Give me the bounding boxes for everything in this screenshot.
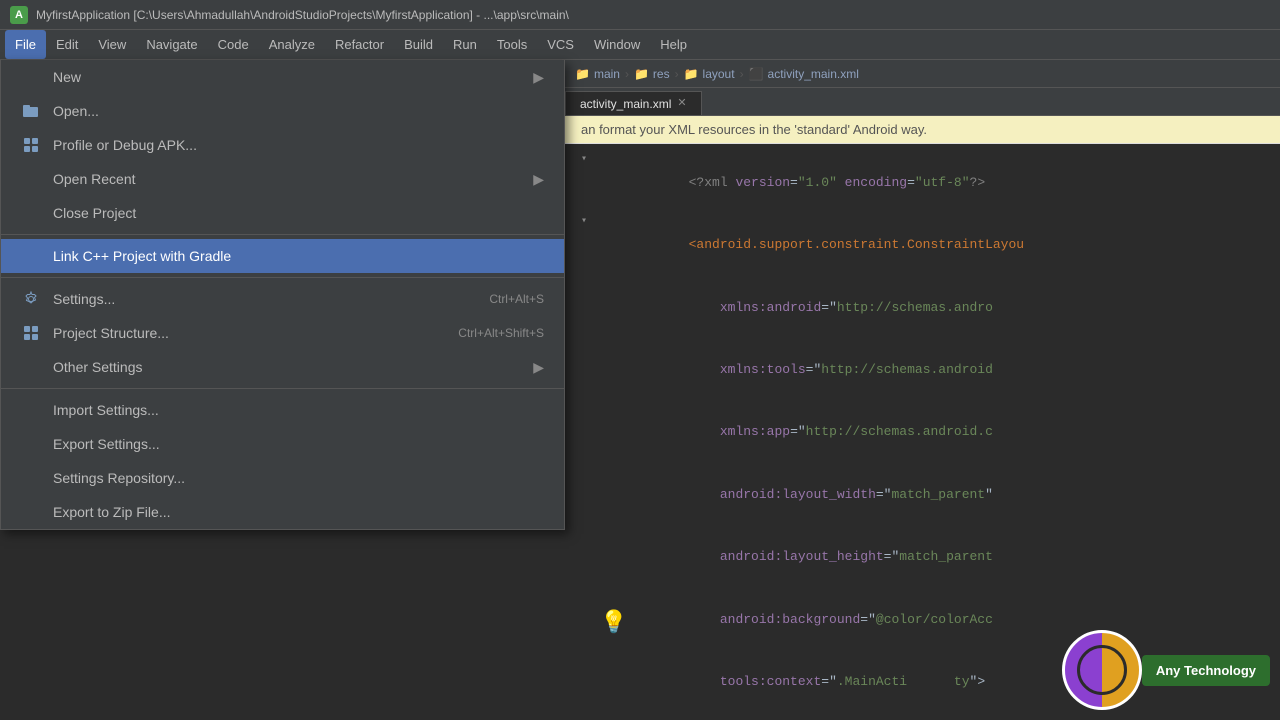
menu-window[interactable]: Window [584, 30, 650, 59]
zip-icon [21, 502, 41, 522]
menu-navigate[interactable]: Navigate [136, 30, 207, 59]
code-text-5: xmlns:app="http://schemas.android.c [595, 402, 1272, 464]
logo-overlay: Any Technology [1062, 630, 1270, 710]
gear-icon [21, 289, 41, 309]
code-line-1: ▾ <?xml version="1.0" encoding="utf-8"?> [565, 152, 1280, 214]
repo-icon [21, 468, 41, 488]
separator-1: › [625, 67, 629, 81]
divider-1 [1, 234, 564, 235]
menu-help[interactable]: Help [650, 30, 697, 59]
breadcrumb-layout[interactable]: 📁 layout [684, 67, 735, 81]
tabs-bar: activity_main.xml ✕ [565, 88, 1280, 116]
xml-icon: ⬛ [749, 67, 764, 81]
title-bar: A MyfirstApplication [C:\Users\Ahmadulla… [0, 0, 1280, 30]
logo-banner: Any Technology [1142, 655, 1270, 686]
menu-item-close-project[interactable]: Close Project [1, 196, 564, 230]
arrow-icon-other: ▶ [533, 359, 544, 376]
menu-item-open[interactable]: Open... [1, 94, 564, 128]
title-bar-text: MyfirstApplication [C:\Users\Ahmadullah\… [36, 8, 569, 22]
menu-view[interactable]: View [88, 30, 136, 59]
code-text-1: <?xml version="1.0" encoding="utf-8"?> [595, 152, 1272, 214]
breadcrumb-res[interactable]: 📁 res [634, 67, 670, 81]
breadcrumb-activity-main[interactable]: ⬛ activity_main.xml [749, 67, 859, 81]
logo-inner [1077, 645, 1127, 695]
code-text-7: android:layout_height="match_parent [595, 526, 1272, 588]
code-line-4: xmlns:tools="http://schemas.android [565, 339, 1280, 401]
menu-bar: File Edit View Navigate Code Analyze Ref… [0, 30, 1280, 60]
code-line-3: xmlns:android="http://schemas.andro [565, 277, 1280, 339]
gutter-2: ▾ [573, 214, 595, 230]
menu-run[interactable]: Run [443, 30, 487, 59]
arrow-icon: ▶ [533, 69, 544, 86]
menu-tools[interactable]: Tools [487, 30, 537, 59]
menu-code[interactable]: Code [208, 30, 259, 59]
breadcrumb: 📁 main › 📁 res › 📁 layout › ⬛ activity_m… [565, 60, 1280, 88]
project-structure-icon [21, 323, 41, 343]
separator-2: › [675, 67, 679, 81]
profile-icon [21, 135, 41, 155]
menu-item-settings[interactable]: Settings... Ctrl+Alt+S [1, 282, 564, 316]
logo-banner-text: Any Technology [1156, 663, 1256, 678]
notification-bar: an format your XML resources in the 'sta… [565, 116, 1280, 144]
folder-icon-main: 📁 [575, 67, 590, 81]
editor-area: 📁 main › 📁 res › 📁 layout › ⬛ activity_m… [565, 60, 1280, 720]
menu-item-export-zip[interactable]: Export to Zip File... [1, 495, 564, 529]
recent-icon [21, 169, 41, 189]
menu-build[interactable]: Build [394, 30, 443, 59]
folder-icon-res: 📁 [634, 67, 649, 81]
tab-close-button[interactable]: ✕ [677, 98, 686, 109]
logo-circle [1062, 630, 1142, 710]
link-cpp-icon [21, 246, 41, 266]
menu-item-settings-repo[interactable]: Settings Repository... [1, 461, 564, 495]
lightbulb-icon[interactable]: 💡 [600, 609, 627, 635]
export-icon [21, 434, 41, 454]
menu-item-import-settings[interactable]: Import Settings... [1, 393, 564, 427]
menu-item-new[interactable]: New ▶ [1, 60, 564, 94]
code-text-4: xmlns:tools="http://schemas.android [595, 339, 1272, 401]
divider-2 [1, 277, 564, 278]
tab-label: activity_main.xml [580, 97, 671, 111]
arrow-icon-recent: ▶ [533, 171, 544, 188]
menu-vcs[interactable]: VCS [537, 30, 584, 59]
code-text-2: <android.support.constraint.ConstraintLa… [595, 214, 1272, 276]
new-icon [21, 67, 41, 87]
app-icon: A [10, 6, 28, 24]
close-project-icon [21, 203, 41, 223]
folder-icon [21, 101, 41, 121]
settings-shortcut: Ctrl+Alt+S [489, 292, 544, 306]
breadcrumb-main[interactable]: 📁 main [575, 67, 620, 81]
menu-item-open-recent[interactable]: Open Recent ▶ [1, 162, 564, 196]
tab-activity-main-xml[interactable]: activity_main.xml ✕ [565, 91, 702, 115]
code-line-5: xmlns:app="http://schemas.android.c [565, 402, 1280, 464]
code-line-7: android:layout_height="match_parent [565, 526, 1280, 588]
code-text-6: android:layout_width="match_parent" [595, 464, 1272, 526]
menu-item-export-settings[interactable]: Export Settings... [1, 427, 564, 461]
gutter-1: ▾ [573, 152, 595, 168]
folder-icon-layout: 📁 [684, 67, 699, 81]
code-text-3: xmlns:android="http://schemas.andro [595, 277, 1272, 339]
notification-text: an format your XML resources in the 'sta… [581, 122, 927, 137]
code-line-2: ▾ <android.support.constraint.Constraint… [565, 214, 1280, 276]
menu-item-link-cpp[interactable]: Link C++ Project with Gradle [1, 239, 564, 273]
menu-item-profile-debug[interactable]: Profile or Debug APK... [1, 128, 564, 162]
divider-3 [1, 388, 564, 389]
menu-analyze[interactable]: Analyze [259, 30, 325, 59]
code-line-6: android:layout_width="match_parent" [565, 464, 1280, 526]
project-structure-shortcut: Ctrl+Alt+Shift+S [458, 326, 544, 340]
menu-refactor[interactable]: Refactor [325, 30, 394, 59]
menu-file[interactable]: File [5, 30, 46, 59]
file-dropdown-menu: New ▶ Open... Profile or Debug APK... Op… [0, 60, 565, 530]
import-icon [21, 400, 41, 420]
other-settings-icon [21, 357, 41, 377]
menu-item-other-settings[interactable]: Other Settings ▶ [1, 350, 564, 384]
menu-edit[interactable]: Edit [46, 30, 88, 59]
menu-item-project-structure[interactable]: Project Structure... Ctrl+Alt+Shift+S [1, 316, 564, 350]
main-area: New ▶ Open... Profile or Debug APK... Op… [0, 60, 1280, 720]
separator-3: › [740, 67, 744, 81]
